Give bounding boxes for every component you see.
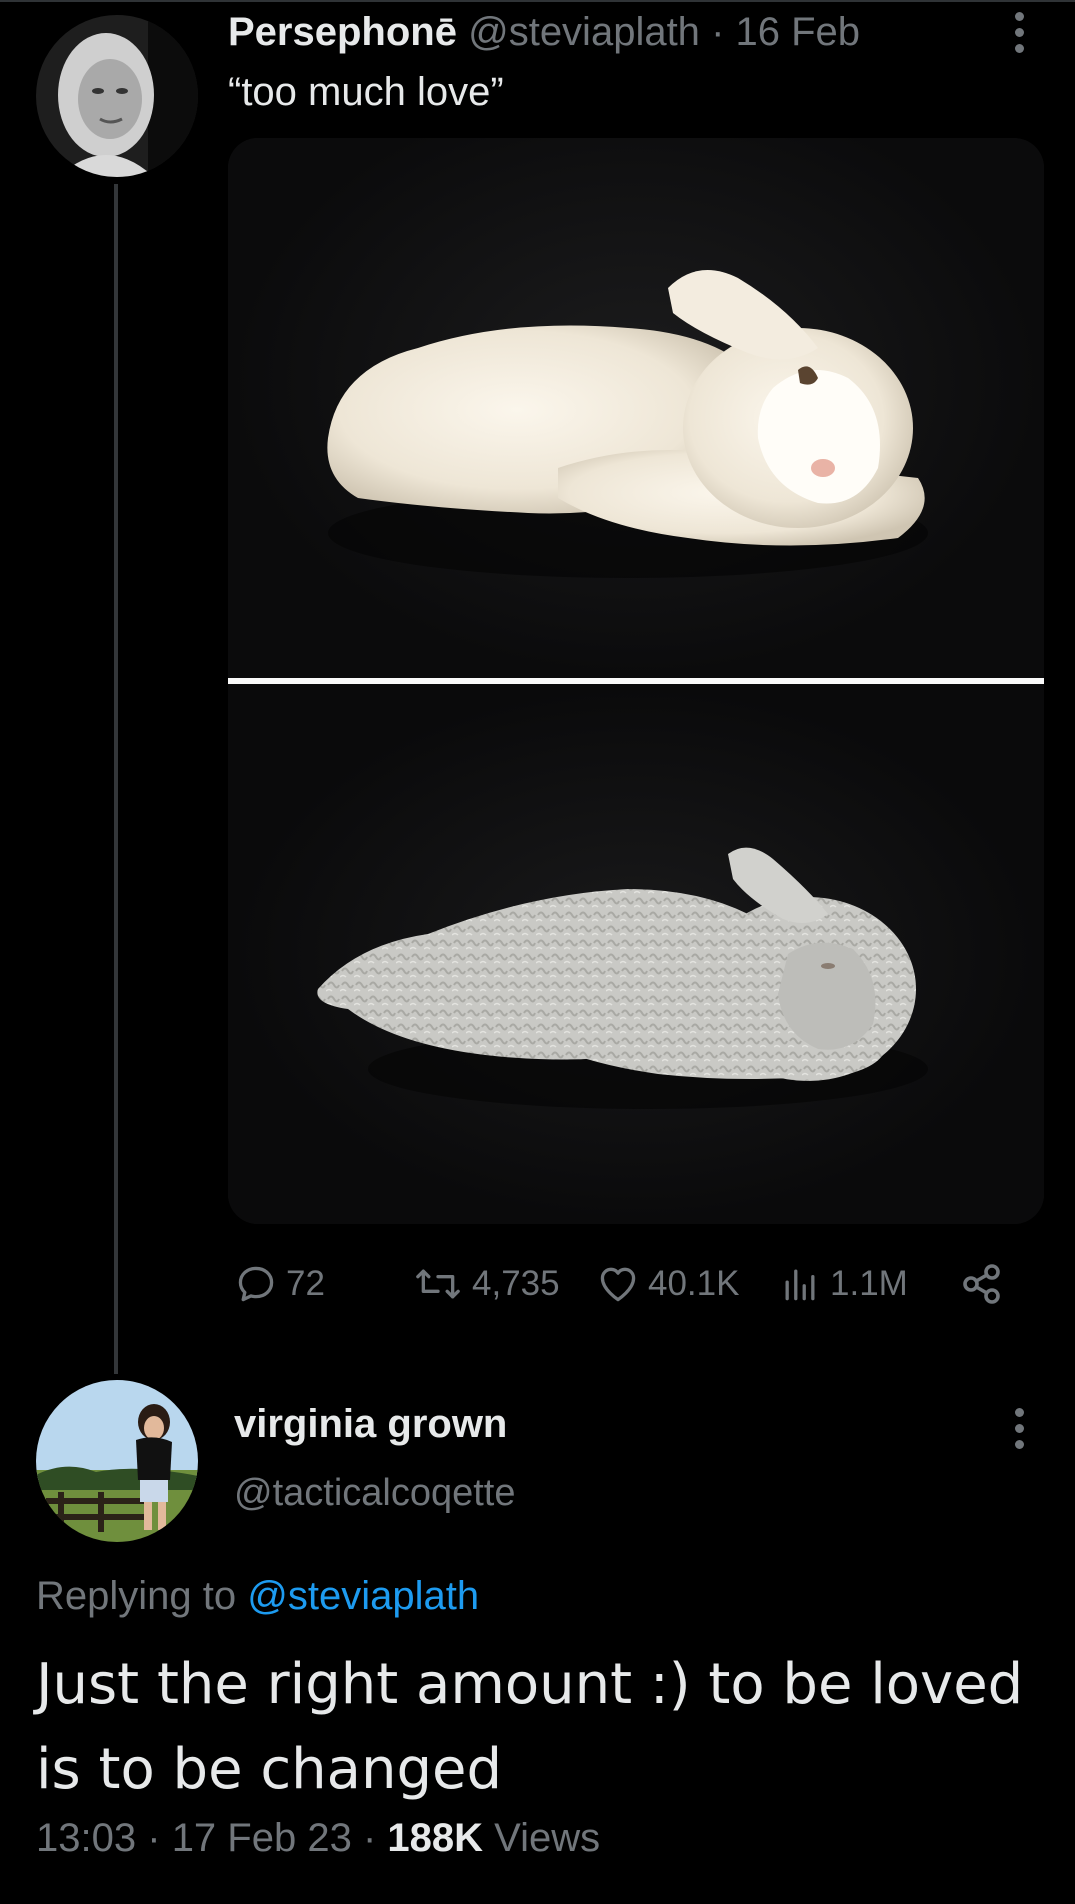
more-options-icon[interactable] <box>1015 12 1025 53</box>
top-divider <box>0 0 1075 2</box>
retweet-button[interactable]: 4,735 <box>412 1256 560 1312</box>
replying-to-label: Replying to <box>36 1574 237 1618</box>
virginia-grown-avatar[interactable] <box>36 1380 198 1542</box>
reply-author-name[interactable]: virginia grown <box>234 1402 507 1447</box>
heart-icon <box>600 1267 636 1302</box>
replying-to-line: Replying to @steviaplath <box>36 1574 479 1619</box>
tweet-header: Persephonē @steviaplath · 16 Feb <box>228 6 860 58</box>
author-name[interactable]: Persephonē <box>228 10 457 54</box>
share-button[interactable] <box>958 1256 1006 1312</box>
tweet-date[interactable]: 16 Feb <box>736 10 861 54</box>
reply-author-handle[interactable]: @tacticalcoqette <box>234 1472 516 1515</box>
media-image-new-lamb[interactable] <box>228 138 1044 678</box>
tweet-action-bar: 72 4,735 40.1K 1.1M <box>228 1256 1044 1312</box>
tweet-text: “too much love” <box>228 70 504 114</box>
reply-tweet-text: Just the right amount :) to be loved is … <box>36 1652 1024 1802</box>
reply-icon <box>238 1266 274 1302</box>
share-icon <box>963 1264 1000 1304</box>
tweet-meta: 13:03 · 17 Feb 23 · 188K Views <box>36 1816 600 1861</box>
reply-button[interactable]: 72 <box>234 1256 325 1312</box>
persephone-avatar[interactable] <box>36 15 198 177</box>
like-count: 40.1K <box>648 1264 740 1303</box>
author-handle[interactable]: @steviaplath <box>468 10 700 54</box>
thread-connector-line <box>114 184 118 1374</box>
reply-views-count: 188K <box>387 1816 484 1860</box>
meta-separator: · <box>362 1816 377 1860</box>
analytics-icon <box>785 1269 815 1301</box>
media-image-worn-lamb[interactable] <box>228 684 1044 1224</box>
views-label: Views <box>494 1816 601 1860</box>
replying-to-link[interactable]: @steviaplath <box>247 1574 479 1618</box>
reply-count: 72 <box>286 1264 325 1303</box>
header-separator: · <box>711 10 725 54</box>
plush-lamb-new-illustration <box>327 270 928 578</box>
retweet-count: 4,735 <box>472 1264 560 1303</box>
views-count: 1.1M <box>830 1264 908 1303</box>
plush-lamb-worn-illustration <box>317 847 928 1109</box>
tweet-media[interactable] <box>228 138 1044 1224</box>
like-button[interactable]: 40.1K <box>596 1256 739 1312</box>
tweet-time[interactable]: 13:03 <box>36 1816 136 1860</box>
views-button[interactable]: 1.1M <box>778 1256 908 1312</box>
tweet-full-date[interactable]: 17 Feb 23 <box>172 1816 352 1860</box>
retweet-icon <box>416 1269 460 1299</box>
meta-separator: · <box>147 1816 161 1860</box>
reply-more-options-icon[interactable] <box>1015 1408 1025 1449</box>
